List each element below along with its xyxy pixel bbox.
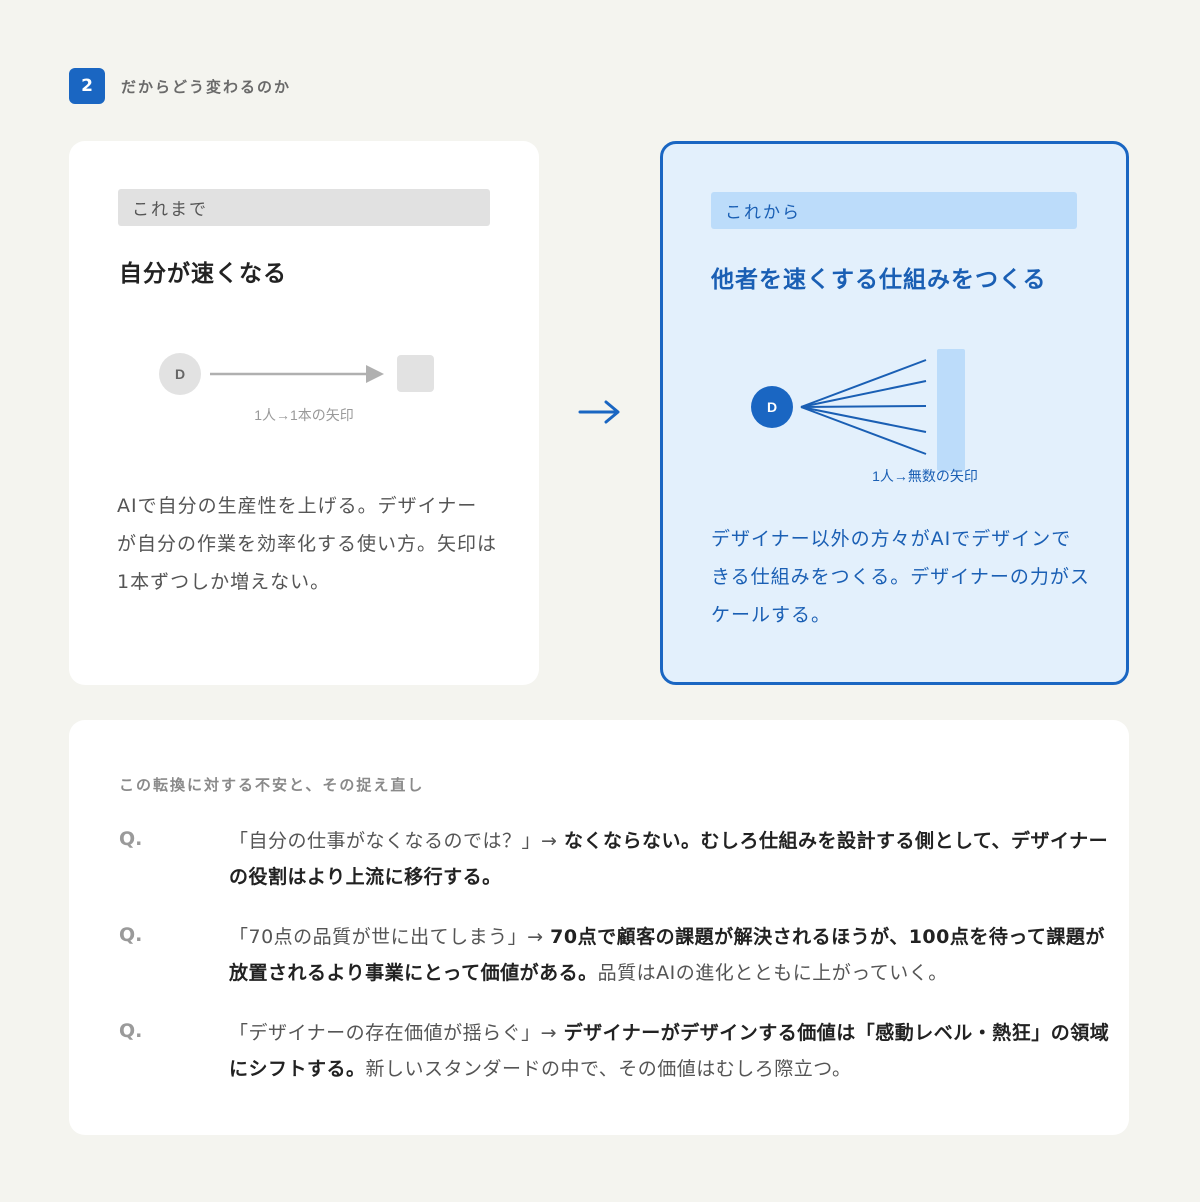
before-caption: 1人→1本の矢印 bbox=[254, 407, 354, 423]
section-number-badge: 2 bbox=[69, 68, 105, 104]
before-node-label: D bbox=[175, 366, 185, 382]
faq-card: この転換に対する不安と、その捉え直し Q. 「自分の仕事がなくなるのでは？」→ … bbox=[69, 720, 1129, 1135]
fan-arrow-4 bbox=[800, 406, 927, 433]
faq-heading: この転換に対する不安と、その捉え直し bbox=[119, 776, 425, 794]
faq-answer-rest: 品質はAIの進化とともに上がっていく。 bbox=[597, 962, 948, 984]
faq-answer-rest: 新しいスタンダードの中で、その価値はむしろ際立つ。 bbox=[365, 1058, 852, 1080]
q-label: Q. bbox=[119, 924, 143, 946]
fan-arrow-3 bbox=[800, 405, 927, 408]
after-card: これから 他者を速くする仕組みをつくる D 1人→無数の矢印 デザイナー以外の方… bbox=[660, 141, 1129, 685]
before-target-box bbox=[397, 355, 434, 392]
before-description: AIで自分の生産性を上げる。デザイナーが自分の作業を効率化する使い方。矢印は1本… bbox=[117, 495, 498, 593]
faq-answer: 「デザイナーの存在価値が揺らぐ」→ デザイナーがデザインする価値は「感動レベル・… bbox=[229, 1015, 1119, 1087]
faq-answer: 「自分の仕事がなくなるのでは？」→ なくならない。むしろ仕組みを設計する側として… bbox=[229, 823, 1119, 895]
after-diagram: D 1人→無数の矢印 bbox=[751, 349, 978, 484]
section-title: だからどう変わるのか bbox=[121, 77, 292, 96]
fan-arrow-2 bbox=[800, 380, 927, 408]
section-header: 2 だからどう変わるのか bbox=[69, 68, 291, 104]
q-label: Q. bbox=[119, 828, 143, 850]
transition-arrow-icon bbox=[578, 400, 620, 424]
faq-question: 「デザイナーの存在価値が揺らぐ」→ bbox=[229, 1022, 564, 1044]
faq-answer: 「70点の品質が世に出てしまう」→ 70点で顧客の課題が解決されるほうが、100… bbox=[229, 919, 1119, 991]
q-label: Q. bbox=[119, 1020, 143, 1042]
after-description: デザイナー以外の方々がAIでデザインできる仕組みをつくる。デザイナーの力がスケー… bbox=[711, 528, 1090, 626]
fan-arrow-5 bbox=[800, 406, 927, 455]
faq-question: 「自分の仕事がなくなるのでは？」→ bbox=[229, 830, 564, 852]
after-node-label: D bbox=[767, 399, 777, 415]
fan-arrows bbox=[800, 359, 927, 455]
single-arrow-head bbox=[366, 365, 384, 383]
after-target-bar bbox=[937, 349, 965, 471]
after-caption: 1人→無数の矢印 bbox=[872, 468, 978, 484]
before-card: これまで 自分が速くなる D 1人→1本の矢印 AIで自分の生産性を上げる。デザ… bbox=[69, 141, 539, 685]
before-diagram: D 1人→1本の矢印 bbox=[159, 353, 434, 423]
faq-question: 「70点の品質が世に出てしまう」→ bbox=[229, 926, 551, 948]
fan-arrow-1 bbox=[800, 359, 927, 408]
